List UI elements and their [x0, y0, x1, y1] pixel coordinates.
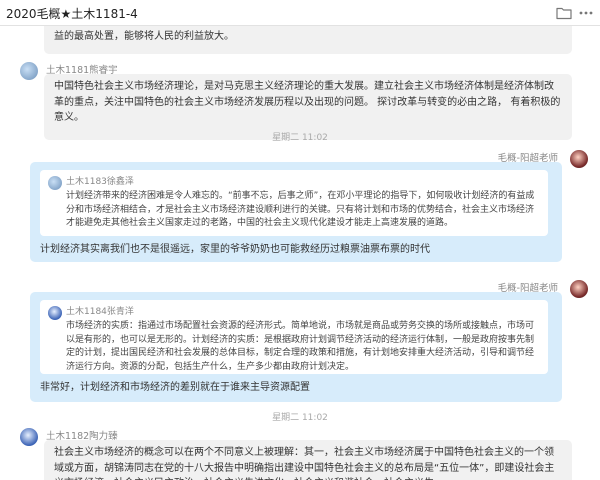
- quote-text: 计划经济带来的经济困难是令人难忘的。“前事不忘，后事之师”，在邓小平理论的指导下…: [66, 191, 535, 228]
- quote-sender-name: 土木1183徐鑫泽: [66, 177, 134, 187]
- message-text: 实现资源配置的最大化，同中国特色社会主义市场经济也是紧密结合的，既有优点，又有调…: [54, 30, 234, 42]
- message-bubble: 社会主义市场经济的概念可以在两个不同意义上被理解：其一，社会主义市场经济属于中国…: [44, 440, 572, 480]
- message-bubble: 土木1183徐鑫泽 计划经济带来的经济困难是令人难忘的。“前事不忘，后事之师”，…: [30, 162, 562, 262]
- quote-sender-name: 土木1184张青洋: [66, 307, 134, 317]
- avatar[interactable]: [570, 150, 588, 168]
- timestamp: 星期二 11:02: [272, 133, 328, 143]
- window-titlebar: 2020毛概★土木1181-4: [0, 0, 600, 26]
- window-title: 2020毛概★土木1181-4: [6, 7, 138, 21]
- message-text: 中国特色社会主义市场经济理论，是对马克思主义经济理论的重大发展。建立社会主义市场…: [54, 81, 561, 123]
- avatar[interactable]: [20, 428, 38, 446]
- quote-text: 市场经济的实质：指通过市场配置社会资源的经济形式。简单地说，市场就是商品或劳务交…: [66, 321, 535, 372]
- avatar[interactable]: [20, 62, 38, 80]
- quoted-message[interactable]: 土木1183徐鑫泽 计划经济带来的经济困难是令人难忘的。“前事不忘，后事之师”，…: [40, 170, 548, 236]
- more-icon[interactable]: [578, 5, 594, 19]
- message-bubble: 实现资源配置的最大化，同中国特色社会主义市场经济也是紧密结合的，既有优点，又有调…: [44, 26, 572, 54]
- message-text: 社会主义市场经济的概念可以在两个不同意义上被理解：其一，社会主义市场经济属于中国…: [54, 447, 555, 480]
- message-bubble: 土木1184张青洋 市场经济的实质：指通过市场配置社会资源的经济形式。简单地说，…: [30, 292, 562, 402]
- chat-history[interactable]: 实现资源配置的最大化，同中国特色社会主义市场经济也是紧密结合的，既有优点，又有调…: [0, 26, 600, 480]
- quote-avatar: [48, 306, 62, 320]
- folder-icon[interactable]: [556, 5, 572, 20]
- quote-avatar: [48, 176, 62, 190]
- avatar[interactable]: [570, 280, 588, 298]
- reply-text: 非常好，计划经济和市场经济的差别就在于谁来主导资源配置: [40, 382, 310, 393]
- quoted-message[interactable]: 土木1184张青洋 市场经济的实质：指通过市场配置社会资源的经济形式。简单地说，…: [40, 300, 548, 374]
- reply-text: 计划经济其实离我们也不是很遥远，家里的爷爷奶奶也可能救经历过粮票油票布票的时代: [40, 244, 430, 255]
- timestamp: 星期二 11:02: [272, 413, 328, 423]
